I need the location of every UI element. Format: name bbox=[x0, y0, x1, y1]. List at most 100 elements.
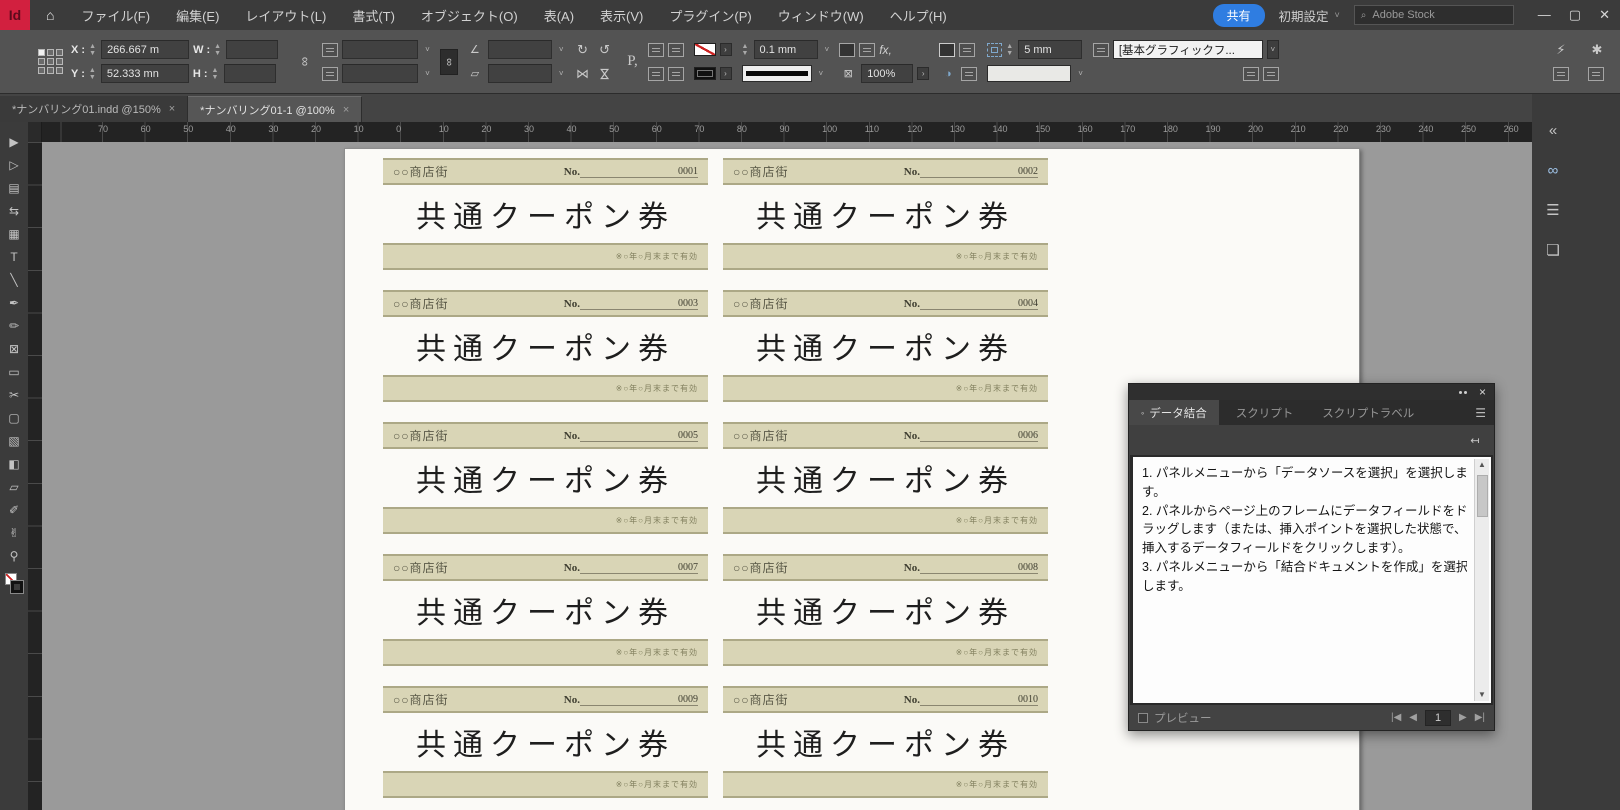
constrain-proportions-icon[interactable]: ∞ bbox=[296, 54, 314, 69]
preview-checkbox[interactable] bbox=[1138, 713, 1148, 723]
clear-override-icon[interactable] bbox=[1263, 67, 1279, 81]
tool-button[interactable]: ✂ bbox=[2, 383, 26, 406]
panel-title-bar[interactable]: × bbox=[1129, 384, 1494, 400]
tool-button[interactable]: ⇆ bbox=[2, 199, 26, 222]
panel-menu-icon[interactable]: ☰ bbox=[1475, 400, 1494, 425]
fill-swatch-none[interactable] bbox=[694, 43, 716, 56]
next-record-button[interactable]: ▶ bbox=[1459, 712, 1467, 723]
menu-item[interactable]: 編集(E) bbox=[163, 0, 232, 30]
document-tab[interactable]: *ナンバリング01.indd @150% × bbox=[0, 96, 188, 122]
menu-item[interactable]: ファイル(F) bbox=[68, 0, 163, 30]
maximize-button[interactable]: ▢ bbox=[1569, 7, 1581, 23]
distribute-icon[interactable] bbox=[668, 67, 684, 81]
close-button[interactable]: ✕ bbox=[1599, 7, 1610, 23]
menu-item[interactable]: プラグイン(P) bbox=[656, 0, 764, 30]
w-input[interactable] bbox=[226, 40, 278, 59]
y-input[interactable]: 52.333 mn bbox=[101, 64, 189, 83]
stroke-swatch[interactable] bbox=[11, 581, 23, 593]
coupon-ticket[interactable]: ○○商店街 No. 0006 共通クーポン券 ※○年○月末まで有効 bbox=[723, 422, 1048, 534]
coupon-ticket[interactable]: ○○商店街 No. 0009 共通クーポン券 ※○年○月末まで有効 bbox=[383, 686, 708, 798]
tool-button[interactable]: ⚲ bbox=[2, 544, 26, 567]
menu-item[interactable]: レイアウト(L) bbox=[232, 0, 339, 30]
menu-item[interactable]: 表示(V) bbox=[587, 0, 656, 30]
chevron-down-icon[interactable]: ˅ bbox=[559, 45, 564, 54]
scrollbar-thumb[interactable] bbox=[1477, 475, 1488, 517]
horizontal-ruler[interactable]: 7060504030201001020304050607080901001101… bbox=[42, 122, 1532, 142]
reference-point-proxy[interactable] bbox=[38, 49, 63, 74]
chevron-down-icon[interactable]: ˅ bbox=[825, 45, 830, 54]
menu-item[interactable]: 書式(T) bbox=[339, 0, 408, 30]
w-stepper[interactable]: ▲▼ bbox=[214, 43, 222, 57]
menu-item[interactable]: オブジェクト(O) bbox=[408, 0, 531, 30]
share-button[interactable]: 共有 bbox=[1213, 4, 1265, 27]
coupon-ticket[interactable]: ○○商店街 No. 0008 共通クーポン券 ※○年○月末まで有効 bbox=[723, 554, 1048, 666]
align-center-icon[interactable] bbox=[668, 43, 684, 57]
corner-shape-icon[interactable] bbox=[859, 43, 875, 57]
gap-stepper[interactable]: ▲▼ bbox=[1006, 43, 1014, 57]
stroke-swatch-black[interactable] bbox=[694, 67, 716, 80]
previous-record-button[interactable]: ◀ bbox=[1409, 712, 1417, 723]
align-top-icon[interactable] bbox=[648, 43, 664, 57]
coupon-ticket[interactable]: ○○商店街 No. 0001 共通クーポン券 ※○年○月末まで有効 bbox=[383, 158, 708, 270]
opacity-input[interactable]: 100% bbox=[861, 64, 913, 83]
object-style-select[interactable]: [基本グラフィックフ... bbox=[1113, 40, 1263, 59]
tool-button[interactable]: ▶ bbox=[2, 130, 26, 153]
coupon-ticket[interactable]: ○○商店街 No. 0007 共通クーポン券 ※○年○月末まで有効 bbox=[383, 554, 708, 666]
vertical-ruler[interactable] bbox=[28, 142, 42, 810]
coupon-ticket[interactable]: ○○商店街 No. 0002 共通クーポン券 ※○年○月末まで有効 bbox=[723, 158, 1048, 270]
opacity-arrow-button[interactable]: › bbox=[917, 67, 929, 80]
tool-button[interactable]: ▦ bbox=[2, 222, 26, 245]
collapse-panel-icon[interactable] bbox=[1459, 391, 1467, 394]
h-stepper[interactable]: ▲▼ bbox=[212, 67, 220, 81]
scale-y-input[interactable] bbox=[342, 64, 418, 83]
fill-stroke-indicator[interactable] bbox=[5, 573, 23, 593]
fill-arrow-button[interactable]: › bbox=[720, 43, 732, 56]
close-panel-icon[interactable]: × bbox=[1479, 386, 1486, 398]
tool-button[interactable]: ▧ bbox=[2, 429, 26, 452]
coupon-ticket[interactable]: ○○商店街 No. 0005 共通クーポン券 ※○年○月末まで有効 bbox=[383, 422, 708, 534]
menu-item[interactable]: ヘルプ(H) bbox=[877, 0, 960, 30]
tool-button[interactable]: ▤ bbox=[2, 176, 26, 199]
chevron-down-icon[interactable]: ˅ bbox=[559, 69, 564, 78]
home-icon[interactable]: ⌂ bbox=[46, 7, 54, 23]
stroke-weight-input[interactable]: 0.1 mm bbox=[754, 40, 818, 59]
tool-button[interactable]: ✌ bbox=[2, 521, 26, 544]
object-style-arrow[interactable]: ˅ bbox=[1267, 40, 1279, 59]
stroke-weight-stepper[interactable]: ▲▼ bbox=[742, 43, 750, 57]
corner-options-icon[interactable] bbox=[839, 43, 855, 57]
menu-item[interactable]: ウィンドウ(W) bbox=[765, 0, 877, 30]
tool-button[interactable]: ✐ bbox=[2, 498, 26, 521]
paragraph-composer-icon[interactable]: P, bbox=[624, 53, 642, 70]
dock-panel-icon[interactable]: ∞ bbox=[1539, 158, 1567, 182]
tool-button[interactable]: ▷ bbox=[2, 153, 26, 176]
effects-fx-icon[interactable]: fx, bbox=[879, 43, 892, 57]
tool-button[interactable]: ⊠ bbox=[2, 337, 26, 360]
drop-shadow-icon[interactable]: ◑ bbox=[939, 68, 957, 80]
document-tab[interactable]: *ナンバリング01-1 @100% × bbox=[188, 96, 362, 122]
panel-tab[interactable]: ◦ データ結合 bbox=[1129, 400, 1219, 425]
dock-panel-icon[interactable]: « bbox=[1539, 118, 1567, 142]
align-bottom-icon[interactable] bbox=[648, 67, 664, 81]
gear-icon[interactable]: ✱ bbox=[1588, 42, 1606, 58]
swatch-select[interactable] bbox=[987, 65, 1071, 82]
scroll-down-icon[interactable]: ▼ bbox=[1478, 689, 1486, 701]
tool-button[interactable]: ▭ bbox=[2, 360, 26, 383]
adobe-stock-search[interactable]: ⌕ Adobe Stock bbox=[1354, 5, 1514, 25]
minimize-button[interactable]: — bbox=[1538, 7, 1551, 23]
coupon-ticket[interactable]: ○○商店街 No. 0003 共通クーポン券 ※○年○月末まで有効 bbox=[383, 290, 708, 402]
tool-button[interactable]: ✏ bbox=[2, 314, 26, 337]
first-record-button[interactable]: |◀ bbox=[1391, 712, 1401, 723]
stroke-arrow-button[interactable]: › bbox=[720, 67, 732, 80]
workspace-switcher[interactable]: 初期設定 ˅ bbox=[1279, 6, 1340, 25]
flip-vertical-icon[interactable]: ⋈ bbox=[596, 66, 614, 82]
panel-scrollbar[interactable]: ▲ ▼ bbox=[1474, 459, 1489, 701]
chevron-down-icon[interactable]: ˅ bbox=[425, 45, 430, 54]
h-input[interactable] bbox=[224, 64, 276, 83]
cpanel-menu-icon[interactable] bbox=[1588, 67, 1604, 81]
dock-panel-icon[interactable]: ☰ bbox=[1539, 198, 1567, 222]
tool-button[interactable]: ╲ bbox=[2, 268, 26, 291]
x-stepper[interactable]: ▲▼ bbox=[89, 43, 97, 57]
style-override-icon[interactable] bbox=[1243, 67, 1259, 81]
wrap-offset-input[interactable]: 5 mm bbox=[1018, 40, 1082, 59]
record-number-input[interactable]: 1 bbox=[1425, 710, 1451, 726]
